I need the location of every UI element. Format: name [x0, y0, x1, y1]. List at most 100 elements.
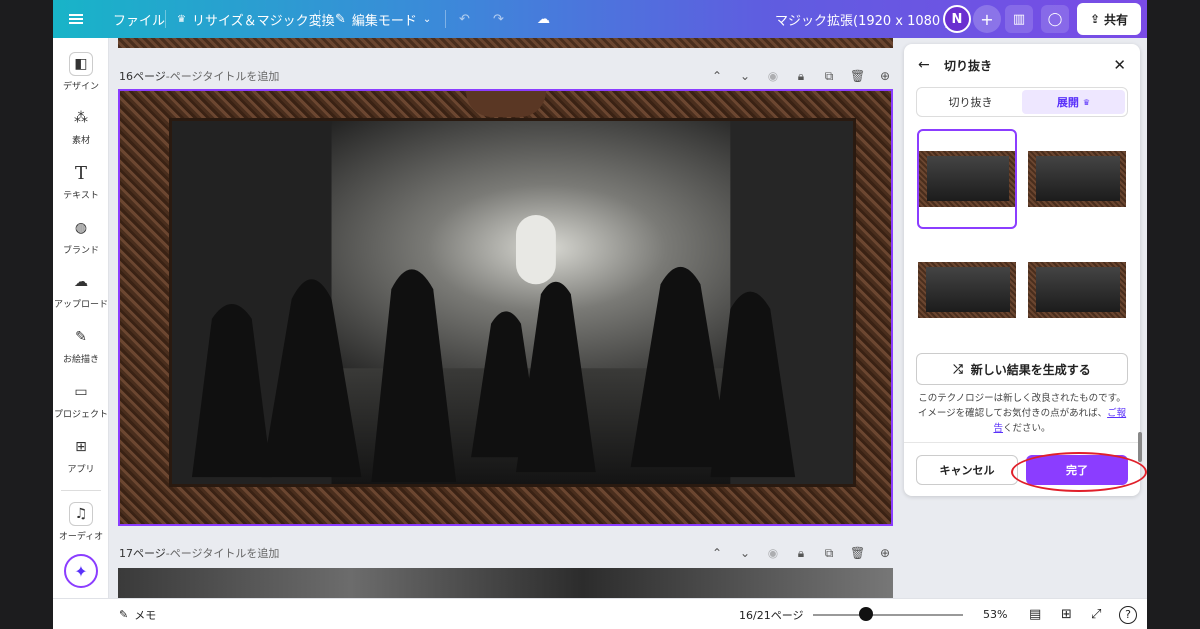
page-16-header: 16ページ - ページタイトルを追加 — [119, 66, 279, 86]
magic-assistant-icon[interactable]: ✦ — [64, 554, 98, 588]
sidebar-item-design[interactable]: ◧ デザイン — [53, 52, 109, 92]
thumbnail-image — [1028, 262, 1126, 318]
page-15-preview[interactable] — [118, 38, 893, 48]
add-page-icon[interactable]: ⊕ — [878, 69, 892, 83]
grid-view-icon[interactable]: ⊞ — [1061, 599, 1072, 629]
add-page-icon[interactable]: ⊕ — [878, 546, 892, 560]
redo-icon[interactable]: ↷ — [493, 0, 504, 38]
tab-expand-label: 展開 — [1056, 96, 1079, 109]
result-thumbnail-4[interactable] — [1027, 240, 1127, 340]
fullscreen-icon[interactable]: ⤢ — [1091, 599, 1101, 629]
page-16-canvas[interactable] — [118, 89, 893, 526]
hide-icon[interactable]: ◉ — [766, 69, 780, 83]
generate-new-results-button[interactable]: ⤮ 新しい結果を生成する — [916, 353, 1128, 385]
canva-editor: ファイル ♛ リサイズ＆マジック変換 ✎ 編集モード ⌄ ↶ ↷ ☁ マジック拡… — [53, 0, 1147, 629]
trash-icon[interactable]: 🗑︎ — [850, 546, 865, 560]
sidebar-item-label: アプリ — [67, 465, 95, 475]
sidebar-item-projects[interactable]: ▭ プロジェクト — [53, 380, 109, 420]
chevron-up-icon[interactable]: ⌃ — [710, 69, 724, 83]
help-icon[interactable]: ? — [1119, 605, 1137, 624]
share-button[interactable]: ⇪ 共有 — [1077, 3, 1141, 35]
page-view-icon[interactable]: ▤ — [1029, 599, 1041, 629]
chevron-up-icon[interactable]: ⌃ — [710, 546, 724, 560]
result-thumbnail-2[interactable] — [1027, 129, 1127, 229]
thumbnail-image — [1028, 151, 1126, 207]
page-title-input[interactable]: ページタイトルを追加 — [170, 68, 280, 84]
zoom-slider-handle[interactable] — [859, 607, 874, 621]
disclaimer-body: このテクノロジーは新しく改良されたものです。イメージを確認してお気付きの点があれ… — [917, 393, 1126, 419]
file-menu[interactable]: ファイル — [113, 0, 165, 38]
avatar[interactable]: N — [943, 5, 971, 33]
shuffle-icon: ⤮ — [953, 361, 963, 376]
sidebar-item-text[interactable]: T テキスト — [53, 161, 109, 202]
highlight-annotation — [1011, 452, 1147, 492]
cancel-button[interactable]: キャンセル — [916, 455, 1018, 485]
sidebar-item-apps[interactable]: ⊞ アプリ — [53, 435, 109, 475]
resize-label: リサイズ＆マジック変換 — [191, 13, 335, 29]
undo-icon[interactable]: ↶ — [459, 0, 470, 38]
notes-button[interactable]: ✎ メモ — [119, 599, 156, 629]
sidebar-item-elements[interactable]: ⁂ 素材 — [53, 106, 109, 146]
sidebar-item-brand[interactable]: ◍ ブランド — [53, 216, 109, 256]
tab-crop[interactable]: 切り抜き — [919, 90, 1022, 114]
page-title-input[interactable]: ページタイトルを追加 — [170, 545, 280, 561]
add-collaborator-icon[interactable]: + — [973, 5, 1001, 33]
lock-icon[interactable]: 🔒︎ — [794, 546, 808, 561]
sidebar-item-upload[interactable]: ☁ アップロード — [53, 270, 109, 310]
zoom-level[interactable]: 53% — [983, 599, 1007, 629]
cloud-sync-icon[interactable]: ☁ — [537, 0, 550, 38]
close-icon[interactable]: ✕ — [1113, 56, 1126, 74]
sidebar-item-audio[interactable]: ♫ オーディオ — [53, 502, 109, 542]
frame-ornament — [465, 91, 546, 117]
duplicate-icon[interactable]: ⧉ — [822, 546, 836, 561]
chevron-down-icon[interactable]: ⌄ — [738, 69, 752, 83]
sidebar-item-label: デザイン — [62, 82, 99, 92]
page-17-preview[interactable] — [118, 568, 893, 598]
page-counter[interactable]: 16/21ページ — [739, 599, 803, 629]
draw-icon: ✎ — [75, 329, 87, 345]
chevron-down-icon[interactable]: ⌄ — [738, 546, 752, 560]
sidebar-item-label: ブランド — [62, 246, 99, 256]
tab-expand[interactable]: 展開 ♛ — [1022, 90, 1125, 114]
brand-icon: ◍ — [74, 220, 88, 236]
analytics-icon[interactable]: ▥ — [1005, 5, 1033, 33]
page-16-controls: ⌃ ⌄ ◉ 🔒︎ ⧉ 🗑︎ ⊕ — [710, 66, 892, 86]
page-17-header: 17ページ - ページタイトルを追加 — [119, 543, 279, 563]
document-title[interactable]: マジック拡張(1920 x 1080 px) — [775, 0, 965, 38]
trash-icon[interactable]: 🗑︎ — [850, 69, 865, 83]
page-17-controls: ⌃ ⌄ ◉ 🔒︎ ⧉ 🗑︎ ⊕ — [710, 543, 892, 563]
left-sidebar: ◧ デザイン ⁂ 素材 T テキスト ◍ ブランド ☁ アップロード ✎ お絵描… — [53, 38, 109, 598]
sidebar-item-label: 素材 — [71, 136, 90, 146]
back-arrow-icon[interactable]: ← — [918, 57, 930, 73]
disclaimer-text: このテクノロジーは新しく改良されたものです。イメージを確認してお気付きの点があれ… — [916, 391, 1128, 436]
edit-mode-dropdown[interactable]: ✎ 編集モード ⌄ — [335, 0, 431, 38]
generate-label: 新しい結果を生成する — [970, 362, 1091, 377]
sidebar-item-label: お絵描き — [62, 355, 99, 365]
top-bar: ファイル ♛ リサイズ＆マジック変換 ✎ 編集モード ⌄ ↶ ↷ ☁ マジック拡… — [53, 0, 1147, 38]
thumbnail-image — [918, 262, 1016, 318]
pencil-icon: ✎ — [335, 11, 346, 27]
expand-panel: ← 切り抜き ✕ 切り抜き 展開 ♛ ⤮ 新しい結果を生成する このテクノロジー… — [904, 44, 1140, 496]
folder-icon: ▭ — [74, 384, 88, 400]
page-number: 16ページ — [119, 70, 166, 83]
crown-icon: ♛ — [1082, 97, 1091, 107]
hide-icon[interactable]: ◉ — [766, 546, 780, 560]
mode-tabs: 切り抜き 展開 ♛ — [916, 87, 1128, 117]
resize-button[interactable]: ♛ リサイズ＆マジック変換 — [177, 0, 335, 38]
result-thumbnail-1[interactable] — [917, 129, 1017, 229]
screen: ファイル ♛ リサイズ＆マジック変換 ✎ 編集モード ⌄ ↶ ↷ ☁ マジック拡… — [0, 0, 1200, 629]
crown-icon: ♛ — [177, 13, 186, 25]
comment-icon[interactable]: ◯ — [1041, 5, 1069, 33]
panel-scrollbar[interactable] — [1138, 432, 1142, 462]
notes-icon: ✎ — [119, 608, 129, 621]
sidebar-item-label: プロジェクト — [53, 410, 108, 420]
duplicate-icon[interactable]: ⧉ — [822, 69, 836, 84]
result-thumbnail-3[interactable] — [917, 240, 1017, 340]
share-icon: ⇪ — [1089, 12, 1101, 26]
lock-icon[interactable]: 🔒︎ — [794, 69, 808, 84]
zoom-slider[interactable] — [813, 614, 963, 616]
divider — [165, 10, 166, 28]
sidebar-item-draw[interactable]: ✎ お絵描き — [53, 325, 109, 365]
menu-icon[interactable] — [69, 0, 91, 38]
divider — [904, 442, 1140, 443]
